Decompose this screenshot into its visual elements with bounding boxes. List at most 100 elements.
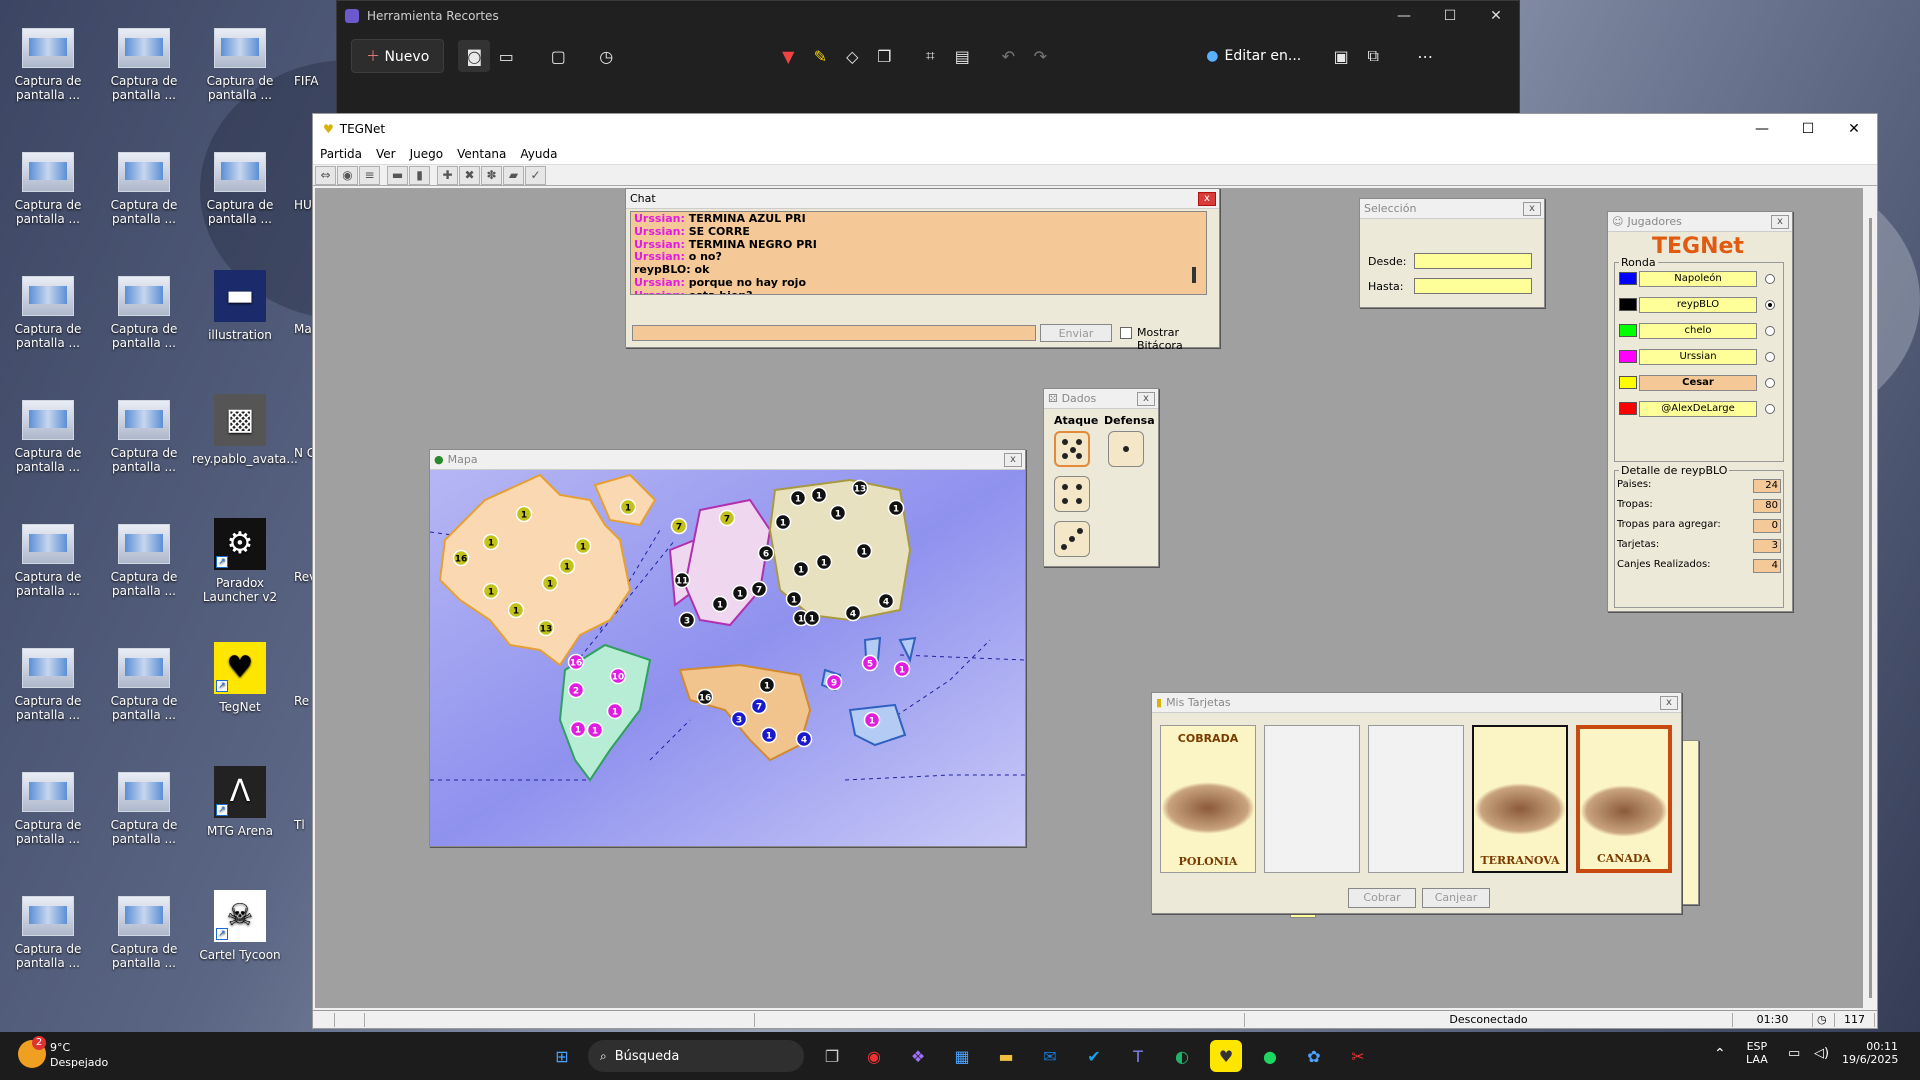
cobrar-button[interactable]: Cobrar (1348, 888, 1416, 908)
desktop-icon-image[interactable]: ▬ illustration (192, 262, 288, 372)
army-marker[interactable]: 1 (803, 609, 821, 627)
army-marker[interactable]: 13 (537, 619, 555, 637)
teg-maximize-button[interactable]: ☐ (1785, 121, 1831, 137)
disconnect-icon[interactable]: ◉ (337, 165, 358, 185)
network-icon[interactable]: ▭ (1788, 1046, 1800, 1061)
menu-ayuda[interactable]: Ayuda (513, 147, 564, 161)
army-marker[interactable]: 1 (829, 504, 847, 522)
army-marker[interactable]: 1 (619, 498, 637, 516)
player-row[interactable]: Urssian (1619, 349, 1779, 365)
desktop-icon-screenshot[interactable]: Captura de pantalla ... (96, 758, 192, 868)
army-marker[interactable]: 13 (851, 479, 869, 497)
army-marker[interactable]: 2 (567, 681, 585, 699)
explorer-icon[interactable]: ▬ (990, 1040, 1022, 1072)
army-marker[interactable]: 4 (877, 592, 895, 610)
undo-icon[interactable]: ↶ (992, 40, 1024, 72)
card-slot[interactable] (1264, 725, 1360, 873)
regroup-icon[interactable]: ✽ (481, 165, 502, 185)
army-marker[interactable]: 1 (482, 533, 500, 551)
snipping-taskbar-icon[interactable]: ✂ (1342, 1040, 1374, 1072)
desktop-icon-app[interactable]: Λ ↗ MTG Arena (192, 758, 288, 868)
desktop-icon-screenshot[interactable]: Captura de pantalla ... (0, 634, 96, 744)
desktop-icon-app[interactable]: ☠ ↗ Cartel Tycoon (192, 882, 288, 992)
army-marker[interactable]: 1 (711, 595, 729, 613)
army-marker[interactable]: 1 (758, 676, 776, 694)
desktop-icon-screenshot[interactable]: Captura de pantalla ... (96, 882, 192, 992)
start-icon[interactable]: ⊞ (546, 1040, 578, 1072)
desktop-icon-screenshot[interactable]: Captura de pantalla ... (96, 262, 192, 372)
crop-icon[interactable]: ⌗ (914, 40, 946, 72)
chat-close-button[interactable]: x (1198, 191, 1216, 206)
maximize-button[interactable]: ☐ (1427, 8, 1473, 24)
army-marker[interactable]: 1 (574, 537, 592, 555)
tray-chevron-icon[interactable]: ⌃ (1714, 1046, 1726, 1062)
chat-scroll-thumb[interactable] (1192, 267, 1196, 283)
player-radio[interactable] (1765, 274, 1775, 284)
desktop-icon-screenshot[interactable]: Captura de pantalla ... (0, 882, 96, 992)
army-marker[interactable]: 7 (718, 509, 736, 527)
list-icon[interactable]: ≡ (359, 165, 380, 185)
army-marker[interactable]: 1 (863, 711, 881, 729)
army-marker[interactable]: 4 (795, 730, 813, 748)
video-icon[interactable]: ▭ (490, 40, 522, 72)
menu-juego[interactable]: Juego (403, 147, 451, 161)
desktop-icon-screenshot[interactable]: Captura de pantalla ... (96, 510, 192, 620)
copy-icon[interactable]: ⧉ (1357, 40, 1389, 72)
menu-ventana[interactable]: Ventana (450, 147, 513, 161)
desktop-icon-screenshot[interactable]: Captura de pantalla ... (96, 634, 192, 744)
army-marker[interactable]: 3 (678, 611, 696, 629)
spotify-icon[interactable]: ● (1254, 1040, 1286, 1072)
mapa-close-button[interactable]: x (1004, 452, 1022, 467)
player-radio[interactable] (1765, 378, 1775, 388)
army-marker[interactable]: 1 (893, 660, 911, 678)
jugadores-close-button[interactable]: x (1771, 214, 1789, 229)
card-slot[interactable]: CANADA (1576, 725, 1672, 873)
seleccion-close-button[interactable]: x (1523, 201, 1541, 216)
window-icon[interactable]: ▬ (387, 165, 408, 185)
new-button[interactable]: ＋ Nuevo (351, 39, 445, 73)
player-radio[interactable] (1765, 326, 1775, 336)
save-icon[interactable]: ▣ (1325, 40, 1357, 72)
army-marker[interactable]: 1 (541, 574, 559, 592)
weather-desc[interactable]: Despejado (50, 1056, 108, 1069)
army-marker[interactable]: 6 (757, 544, 775, 562)
eraser-icon[interactable]: ◇ (836, 40, 868, 72)
army-marker[interactable]: 7 (670, 517, 688, 535)
army-marker[interactable]: 1 (855, 542, 873, 560)
player-radio[interactable] (1765, 404, 1775, 414)
army-marker[interactable]: 16 (452, 549, 470, 567)
edge-icon[interactable]: ◐ (1166, 1040, 1198, 1072)
army-marker[interactable]: 1 (569, 720, 587, 738)
desktop-icon-partial[interactable]: FIFA (294, 14, 334, 124)
add-armies-icon[interactable]: ✚ (437, 165, 458, 185)
desktop-icon-screenshot[interactable]: Captura de pantalla ... (0, 262, 96, 372)
army-marker[interactable]: 7 (750, 697, 768, 715)
timer-icon[interactable]: ◷ (590, 40, 622, 72)
army-marker[interactable]: 1 (792, 560, 810, 578)
player-radio[interactable] (1765, 300, 1775, 310)
desktop-icon-app[interactable]: ⚙ ↗ Paradox Launcher v2 (192, 510, 288, 620)
redo-icon[interactable]: ↷ (1024, 40, 1056, 72)
desktop-icon-screenshot[interactable]: Captura de pantalla ... (0, 14, 96, 124)
army-marker[interactable]: 1 (482, 582, 500, 600)
world-map[interactable]: 111611111131771161 1713111111113111 441617… (430, 470, 1025, 846)
teams-icon[interactable]: T (1122, 1040, 1154, 1072)
copilot-icon[interactable]: ❖ (902, 1040, 934, 1072)
menu-partida[interactable]: Partida (313, 147, 369, 161)
player-row[interactable]: Cesar (1619, 375, 1779, 391)
army-marker[interactable]: 1 (810, 486, 828, 504)
outlook-icon[interactable]: ✉ (1034, 1040, 1066, 1072)
army-marker[interactable]: 1 (558, 557, 576, 575)
teg-close-button[interactable]: ✕ (1831, 121, 1877, 137)
army-marker[interactable]: 1 (586, 721, 604, 739)
desktop-icon-screenshot[interactable]: Captura de pantalla ... (96, 14, 192, 124)
army-marker[interactable]: 1 (515, 505, 533, 523)
search-box[interactable]: ⌕ Búsqueda (588, 1040, 804, 1072)
dados-close-button[interactable]: x (1137, 391, 1155, 406)
army-marker[interactable]: 1 (774, 513, 792, 531)
army-marker[interactable]: 16 (696, 688, 714, 706)
more-icon[interactable]: ⋯ (1409, 40, 1441, 72)
desktop-icon-app[interactable]: ♥ ↗ TegNet (192, 634, 288, 744)
card-slot[interactable]: TERRANOVA (1472, 725, 1568, 873)
language-indicator[interactable]: ESP LAA (1746, 1040, 1768, 1066)
